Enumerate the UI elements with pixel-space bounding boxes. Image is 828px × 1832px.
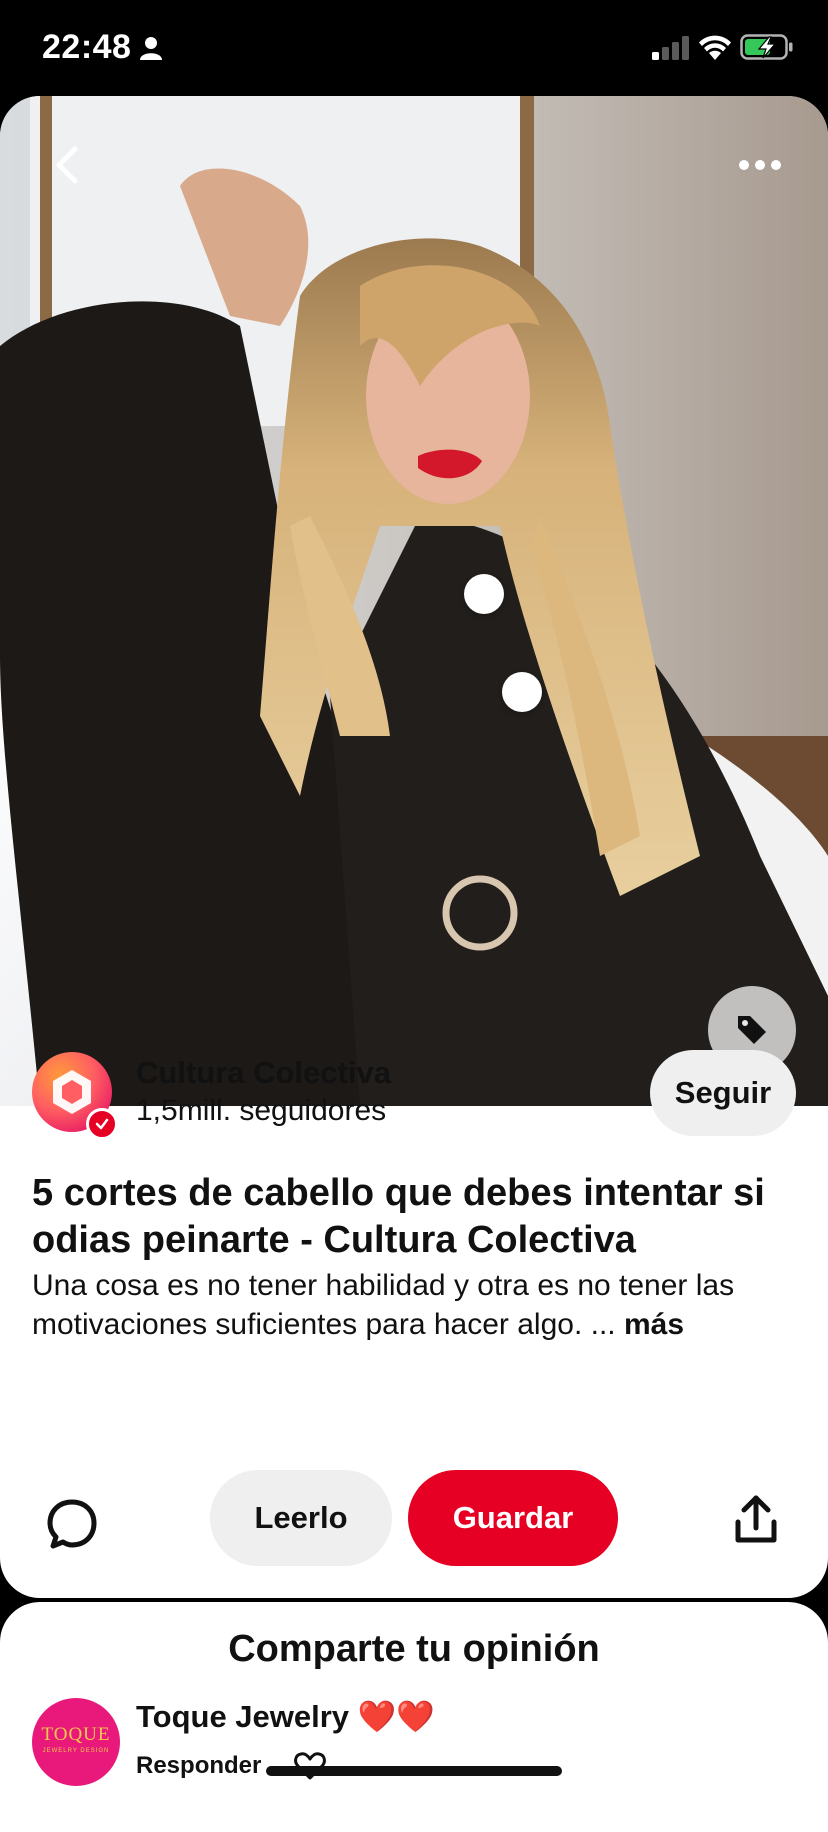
cellular-signal-icon xyxy=(652,36,690,65)
more-link[interactable]: más xyxy=(624,1308,684,1341)
commenter-avatar[interactable]: TOQUE JEWELRY DESIGN xyxy=(32,1698,120,1786)
comments-sheet: Comparte tu opinión TOQUE JEWELRY DESIGN… xyxy=(0,1602,828,1832)
status-bar: 22:48 xyxy=(0,0,828,96)
share-button[interactable] xyxy=(732,1494,780,1546)
wifi-icon xyxy=(698,34,732,65)
share-icon xyxy=(735,1495,777,1543)
comment-button[interactable] xyxy=(44,1496,100,1552)
pin-card xyxy=(0,96,828,1598)
toque-logo-subtext: JEWELRY DESIGN xyxy=(42,1748,110,1754)
more-options-icon xyxy=(739,160,781,170)
toque-logo-text: TOQUE xyxy=(41,1724,111,1745)
reply-link[interactable]: Responder xyxy=(136,1752,261,1780)
more-options-button[interactable] xyxy=(730,140,790,190)
back-button[interactable] xyxy=(42,140,92,190)
person-icon xyxy=(140,36,162,65)
pin-description: Una cosa es no tener habilidad y otra es… xyxy=(32,1266,802,1344)
home-indicator[interactable] xyxy=(266,1766,562,1776)
save-button[interactable]: Guardar xyxy=(408,1470,618,1566)
pin-title: 5 cortes de cabello que debes intentar s… xyxy=(32,1172,765,1261)
back-icon xyxy=(56,146,78,184)
product-hotspot[interactable] xyxy=(502,672,542,712)
read-button[interactable]: Leerlo xyxy=(210,1470,392,1566)
comment-icon xyxy=(47,1499,97,1549)
verified-badge xyxy=(86,1108,118,1140)
comments-title: Comparte tu opinión xyxy=(228,1628,600,1670)
battery-charging-icon xyxy=(740,34,794,65)
shopping-tag-icon xyxy=(738,1016,766,1044)
checkmark-icon xyxy=(95,1118,109,1130)
follow-button[interactable]: Seguir xyxy=(650,1050,796,1136)
comment-text: Toque Jewelry ❤️❤️ xyxy=(136,1699,435,1734)
status-time: 22:48 xyxy=(42,28,132,66)
creator-name[interactable]: Cultura Colectiva xyxy=(136,1055,391,1091)
creator-followers: 1,5mill. seguidores xyxy=(136,1094,387,1127)
pin-image[interactable] xyxy=(0,96,828,1106)
product-hotspot[interactable] xyxy=(464,574,504,614)
